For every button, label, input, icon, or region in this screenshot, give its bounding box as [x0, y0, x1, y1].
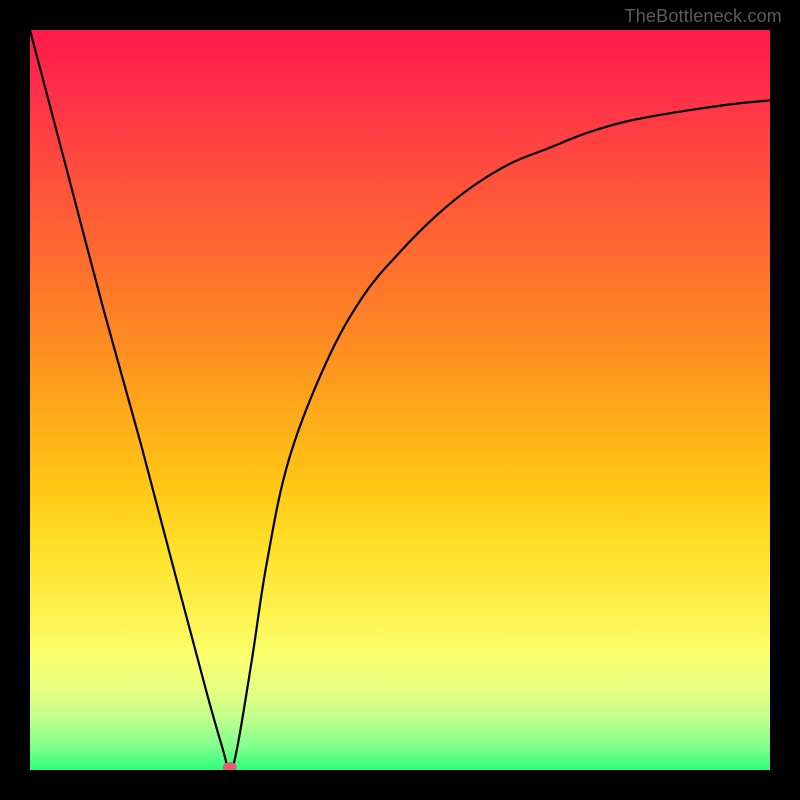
- chart-frame: TheBottleneck.com: [0, 0, 800, 800]
- watermark-text: TheBottleneck.com: [625, 6, 782, 27]
- plot-area: [30, 30, 770, 770]
- chart-svg: [30, 30, 770, 770]
- bottleneck-curve: [30, 30, 770, 770]
